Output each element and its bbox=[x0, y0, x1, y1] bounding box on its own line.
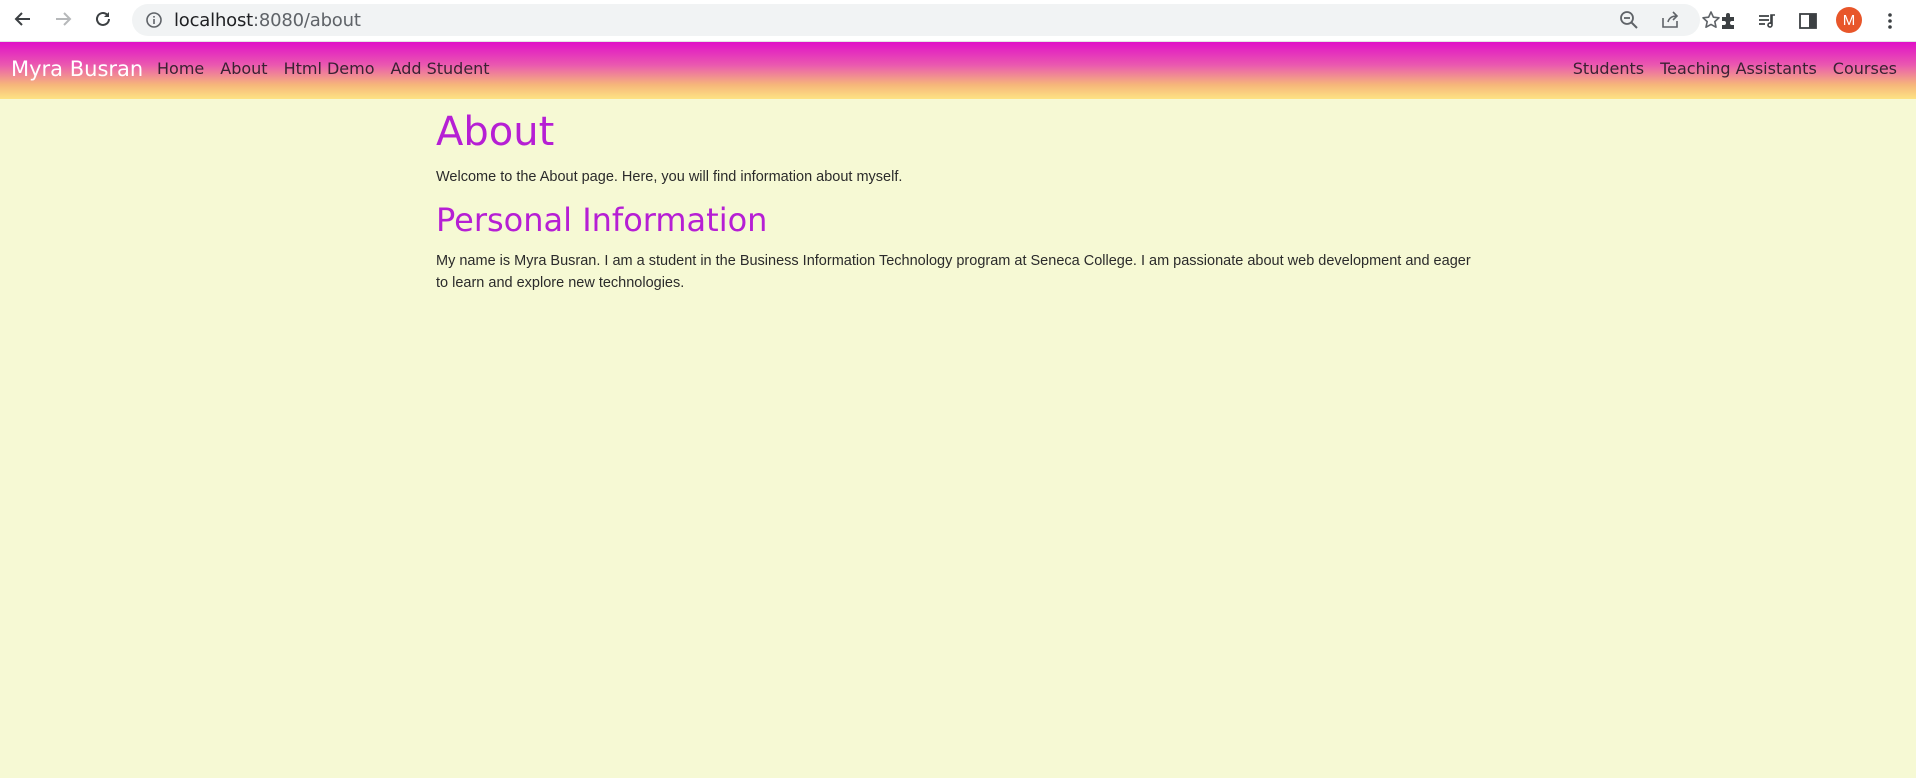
site-navbar: Myra Busran Home About Html Demo Add Stu… bbox=[0, 42, 1916, 99]
nav-link-students[interactable]: Students bbox=[1573, 59, 1644, 78]
nav-link-courses[interactable]: Courses bbox=[1833, 59, 1897, 78]
nav-links-left: Home About Html Demo Add Student bbox=[157, 59, 506, 78]
back-button[interactable] bbox=[8, 6, 38, 36]
extensions-icon[interactable] bbox=[1715, 8, 1741, 34]
forward-button[interactable] bbox=[48, 6, 78, 36]
nav-link-html-demo[interactable]: Html Demo bbox=[284, 59, 375, 78]
forward-arrow-icon bbox=[53, 9, 73, 34]
browser-toolbar: localhost:8080/about M bbox=[0, 0, 1916, 42]
url-path: :8080/about bbox=[253, 9, 361, 31]
info-icon[interactable] bbox=[144, 10, 164, 30]
address-bar[interactable]: localhost:8080/about bbox=[132, 4, 1720, 36]
brand-link[interactable]: Myra Busran bbox=[11, 57, 143, 81]
nav-link-about[interactable]: About bbox=[220, 59, 267, 78]
share-icon[interactable] bbox=[1659, 9, 1681, 31]
reload-icon bbox=[93, 9, 113, 34]
url-text[interactable]: localhost:8080/about bbox=[174, 10, 361, 31]
nav-link-add-student[interactable]: Add Student bbox=[391, 59, 490, 78]
profile-avatar[interactable]: M bbox=[1836, 7, 1862, 33]
main-content: About Welcome to the About page. Here, y… bbox=[436, 108, 1476, 294]
page-title: About bbox=[436, 109, 555, 155]
section-text: My name is Myra Busran. I am a student i… bbox=[436, 253, 1471, 291]
nav-links-right: Students Teaching Assistants Courses bbox=[1557, 59, 1897, 78]
url-host: localhost bbox=[174, 9, 253, 31]
avatar-letter: M bbox=[1842, 11, 1856, 29]
nav-link-home[interactable]: Home bbox=[157, 59, 204, 78]
zoom-out-icon[interactable] bbox=[1618, 9, 1640, 31]
more-vert-icon[interactable] bbox=[1877, 8, 1903, 34]
back-arrow-icon bbox=[13, 9, 33, 34]
intro-text: Welcome to the About page. Here, you wil… bbox=[436, 169, 903, 185]
nav-link-teaching-assistants[interactable]: Teaching Assistants bbox=[1660, 59, 1817, 78]
section-title: Personal Information bbox=[436, 201, 768, 239]
reading-list-icon[interactable] bbox=[1754, 8, 1780, 34]
reload-button[interactable] bbox=[88, 6, 118, 36]
side-panel-icon[interactable] bbox=[1795, 8, 1821, 34]
